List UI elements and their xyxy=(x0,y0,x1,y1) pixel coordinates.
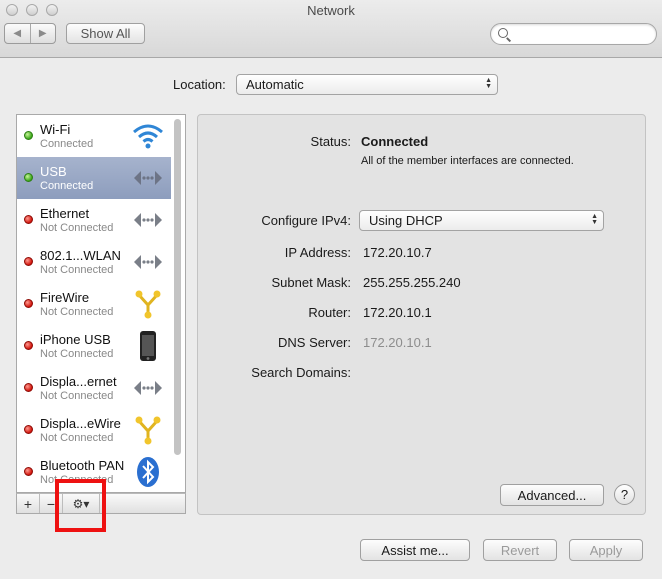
advanced-button[interactable]: Advanced... xyxy=(500,484,604,506)
service-name: FireWire xyxy=(40,290,90,305)
service-status: Not Connected xyxy=(40,264,114,276)
dns-server-label: DNS Server: xyxy=(278,335,351,350)
ip-address-label: IP Address: xyxy=(284,245,351,260)
help-button[interactable]: ? xyxy=(614,484,635,505)
status-label: Status: xyxy=(310,134,351,149)
location-label: Location: xyxy=(173,77,226,92)
service-status: Not Connected xyxy=(40,432,114,444)
revert-button[interactable]: Revert xyxy=(483,539,557,561)
service-status: Not Connected xyxy=(40,390,114,402)
popup-arrows-icon: ▲ ▼ xyxy=(591,213,598,226)
add-service-button[interactable]: + xyxy=(17,494,40,513)
firewire-icon xyxy=(135,290,161,319)
chevron-left-icon: ◀ xyxy=(13,28,22,39)
assist-me-button[interactable]: Assist me... xyxy=(360,539,470,561)
ethernet-arrows-icon xyxy=(134,381,162,395)
search-input[interactable] xyxy=(513,27,651,42)
ip-address-value: 172.20.10.7 xyxy=(363,245,432,260)
router-label: Router: xyxy=(308,305,351,320)
service-status: Not Connected xyxy=(40,222,114,234)
service-name: Bluetooth PAN xyxy=(40,458,125,473)
service-item-wifi[interactable]: Wi-Fi Connected xyxy=(17,115,171,157)
title-bar: Network ◀ ▶ Show All xyxy=(0,0,662,58)
configure-ipv4-label: Configure IPv4: xyxy=(261,213,351,228)
status-description: All of the member interfaces are connect… xyxy=(361,155,574,167)
list-scrollbar[interactable] xyxy=(174,119,181,455)
bluetooth-icon xyxy=(137,457,159,487)
status-indicator xyxy=(24,341,33,350)
highlight-box xyxy=(55,479,106,532)
status-value: Connected xyxy=(361,134,429,149)
status-indicator xyxy=(24,467,33,476)
router-value: 172.20.10.1 xyxy=(363,305,432,320)
location-popup[interactable]: Automatic ▲ ▼ xyxy=(236,74,498,95)
apply-button[interactable]: Apply xyxy=(569,539,643,561)
service-item-8021x-wlan[interactable]: 802.1...WLAN Not Connected xyxy=(17,241,171,283)
service-item-firewire[interactable]: FireWire Not Connected xyxy=(17,283,171,325)
firewire-icon xyxy=(135,416,161,445)
iphone-icon xyxy=(140,331,156,361)
wifi-icon xyxy=(133,124,163,149)
service-item-display-firewire[interactable]: Displa...eWire Not Connected xyxy=(17,409,171,451)
search-field[interactable] xyxy=(490,23,657,45)
search-domains-label: Search Domains: xyxy=(251,365,351,380)
configure-ipv4-value: Using DHCP xyxy=(369,213,443,228)
status-indicator xyxy=(24,299,33,308)
search-icon xyxy=(498,28,508,38)
chevron-right-icon: ▶ xyxy=(38,28,47,39)
status-indicator xyxy=(24,425,33,434)
service-list[interactable]: Wi-Fi Connected USB Connected Ethernet N… xyxy=(16,114,186,493)
service-name: 802.1...WLAN xyxy=(40,248,121,263)
service-name: iPhone USB xyxy=(40,332,111,347)
service-status: Not Connected xyxy=(40,306,114,318)
location-selected-value: Automatic xyxy=(246,77,304,92)
ethernet-arrows-icon xyxy=(134,213,162,227)
status-indicator xyxy=(24,215,33,224)
back-forward-control: ◀ ▶ xyxy=(4,23,56,44)
service-item-display-ethernet[interactable]: Displa...ernet Not Connected xyxy=(17,367,171,409)
configure-ipv4-popup[interactable]: Using DHCP ▲ ▼ xyxy=(359,210,604,231)
window-title: Network xyxy=(307,3,355,18)
service-name: Displa...eWire xyxy=(40,416,121,431)
service-item-ethernet[interactable]: Ethernet Not Connected xyxy=(17,199,171,241)
service-item-usb[interactable]: USB Connected xyxy=(17,157,171,199)
subnet-mask-label: Subnet Mask: xyxy=(271,275,352,290)
show-all-button[interactable]: Show All xyxy=(66,23,145,44)
status-indicator xyxy=(24,257,33,266)
service-status: Connected xyxy=(40,180,94,192)
ethernet-arrows-icon xyxy=(134,171,162,185)
status-indicator xyxy=(24,173,33,182)
forward-button[interactable]: ▶ xyxy=(29,24,56,43)
service-name: Ethernet xyxy=(40,206,90,221)
service-status: Connected xyxy=(40,138,94,150)
service-name: Wi-Fi xyxy=(40,122,71,137)
ethernet-arrows-icon xyxy=(134,255,162,269)
subnet-mask-value: 255.255.255.240 xyxy=(363,275,461,290)
service-status: Not Connected xyxy=(40,348,114,360)
dns-server-value: 172.20.10.1 xyxy=(363,335,432,350)
service-name: USB xyxy=(40,164,67,179)
back-button[interactable]: ◀ xyxy=(5,24,30,43)
status-indicator xyxy=(24,131,33,140)
popup-arrows-icon: ▲ ▼ xyxy=(485,77,492,90)
service-item-iphone-usb[interactable]: iPhone USB Not Connected xyxy=(17,325,171,367)
status-indicator xyxy=(24,383,33,392)
service-name: Displa...ernet xyxy=(40,374,117,389)
